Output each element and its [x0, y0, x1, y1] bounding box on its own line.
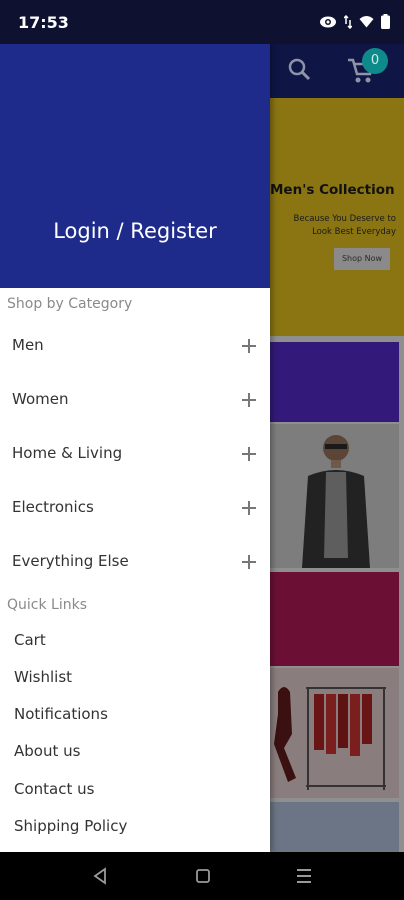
banner-title: Men's Collection — [270, 182, 395, 198]
category-item-women[interactable]: Women — [0, 374, 270, 428]
category-item-electronics[interactable]: Electronics — [0, 482, 270, 536]
quick-link-contact-us[interactable]: Contact us — [14, 780, 94, 798]
quick-link-about-us[interactable]: About us — [14, 742, 80, 760]
expand-plus-icon[interactable] — [242, 447, 256, 461]
category-label: Home & Living — [12, 444, 123, 462]
category-label: Women — [12, 390, 69, 408]
quick-link-shipping-policy[interactable]: Shipping Policy — [14, 817, 127, 835]
status-bar: 17:53 — [0, 0, 404, 44]
login-register-link[interactable]: Login / Register — [0, 219, 270, 243]
category-label: Everything Else — [12, 552, 129, 570]
data-arrows-icon — [344, 14, 352, 29]
banner-subtitle: Because You Deserve to Look Best Everyda… — [293, 214, 396, 237]
quick-link-wishlist[interactable]: Wishlist — [14, 668, 72, 686]
home-icon[interactable] — [195, 867, 211, 885]
quick-link-notifications[interactable]: Notifications — [14, 705, 108, 723]
search-icon[interactable] — [286, 56, 314, 84]
back-icon[interactable] — [92, 867, 108, 885]
expand-plus-icon[interactable] — [242, 555, 256, 569]
expand-plus-icon[interactable] — [242, 393, 256, 407]
navigation-drawer: Login / Register Shop by Category Men Wo… — [0, 37, 270, 852]
man-jacket-illustration — [302, 435, 370, 568]
category-item-home-living[interactable]: Home & Living — [0, 428, 270, 482]
system-nav-bar — [0, 852, 404, 900]
category-item-everything-else[interactable]: Everything Else — [0, 536, 270, 590]
shop-now-button[interactable]: Shop Now — [334, 248, 390, 270]
clothes-rack-illustration — [274, 687, 386, 790]
quick-links-heading: Quick Links — [7, 597, 88, 613]
shop-by-category-heading: Shop by Category — [7, 296, 133, 312]
cart-count-badge: 0 — [362, 48, 388, 74]
battery-icon — [381, 14, 390, 29]
wifi-icon — [359, 16, 374, 28]
expand-plus-icon[interactable] — [242, 339, 256, 353]
quick-link-cart[interactable]: Cart — [14, 631, 46, 649]
category-label: Electronics — [12, 498, 94, 516]
status-icons — [319, 14, 390, 29]
category-item-men[interactable]: Men — [0, 320, 270, 374]
status-time: 17:53 — [18, 13, 69, 32]
expand-plus-icon[interactable] — [242, 501, 256, 515]
recents-icon[interactable] — [296, 867, 312, 885]
drawer-header: Login / Register — [0, 37, 270, 288]
category-label: Men — [12, 336, 44, 354]
eye-icon — [320, 16, 336, 27]
